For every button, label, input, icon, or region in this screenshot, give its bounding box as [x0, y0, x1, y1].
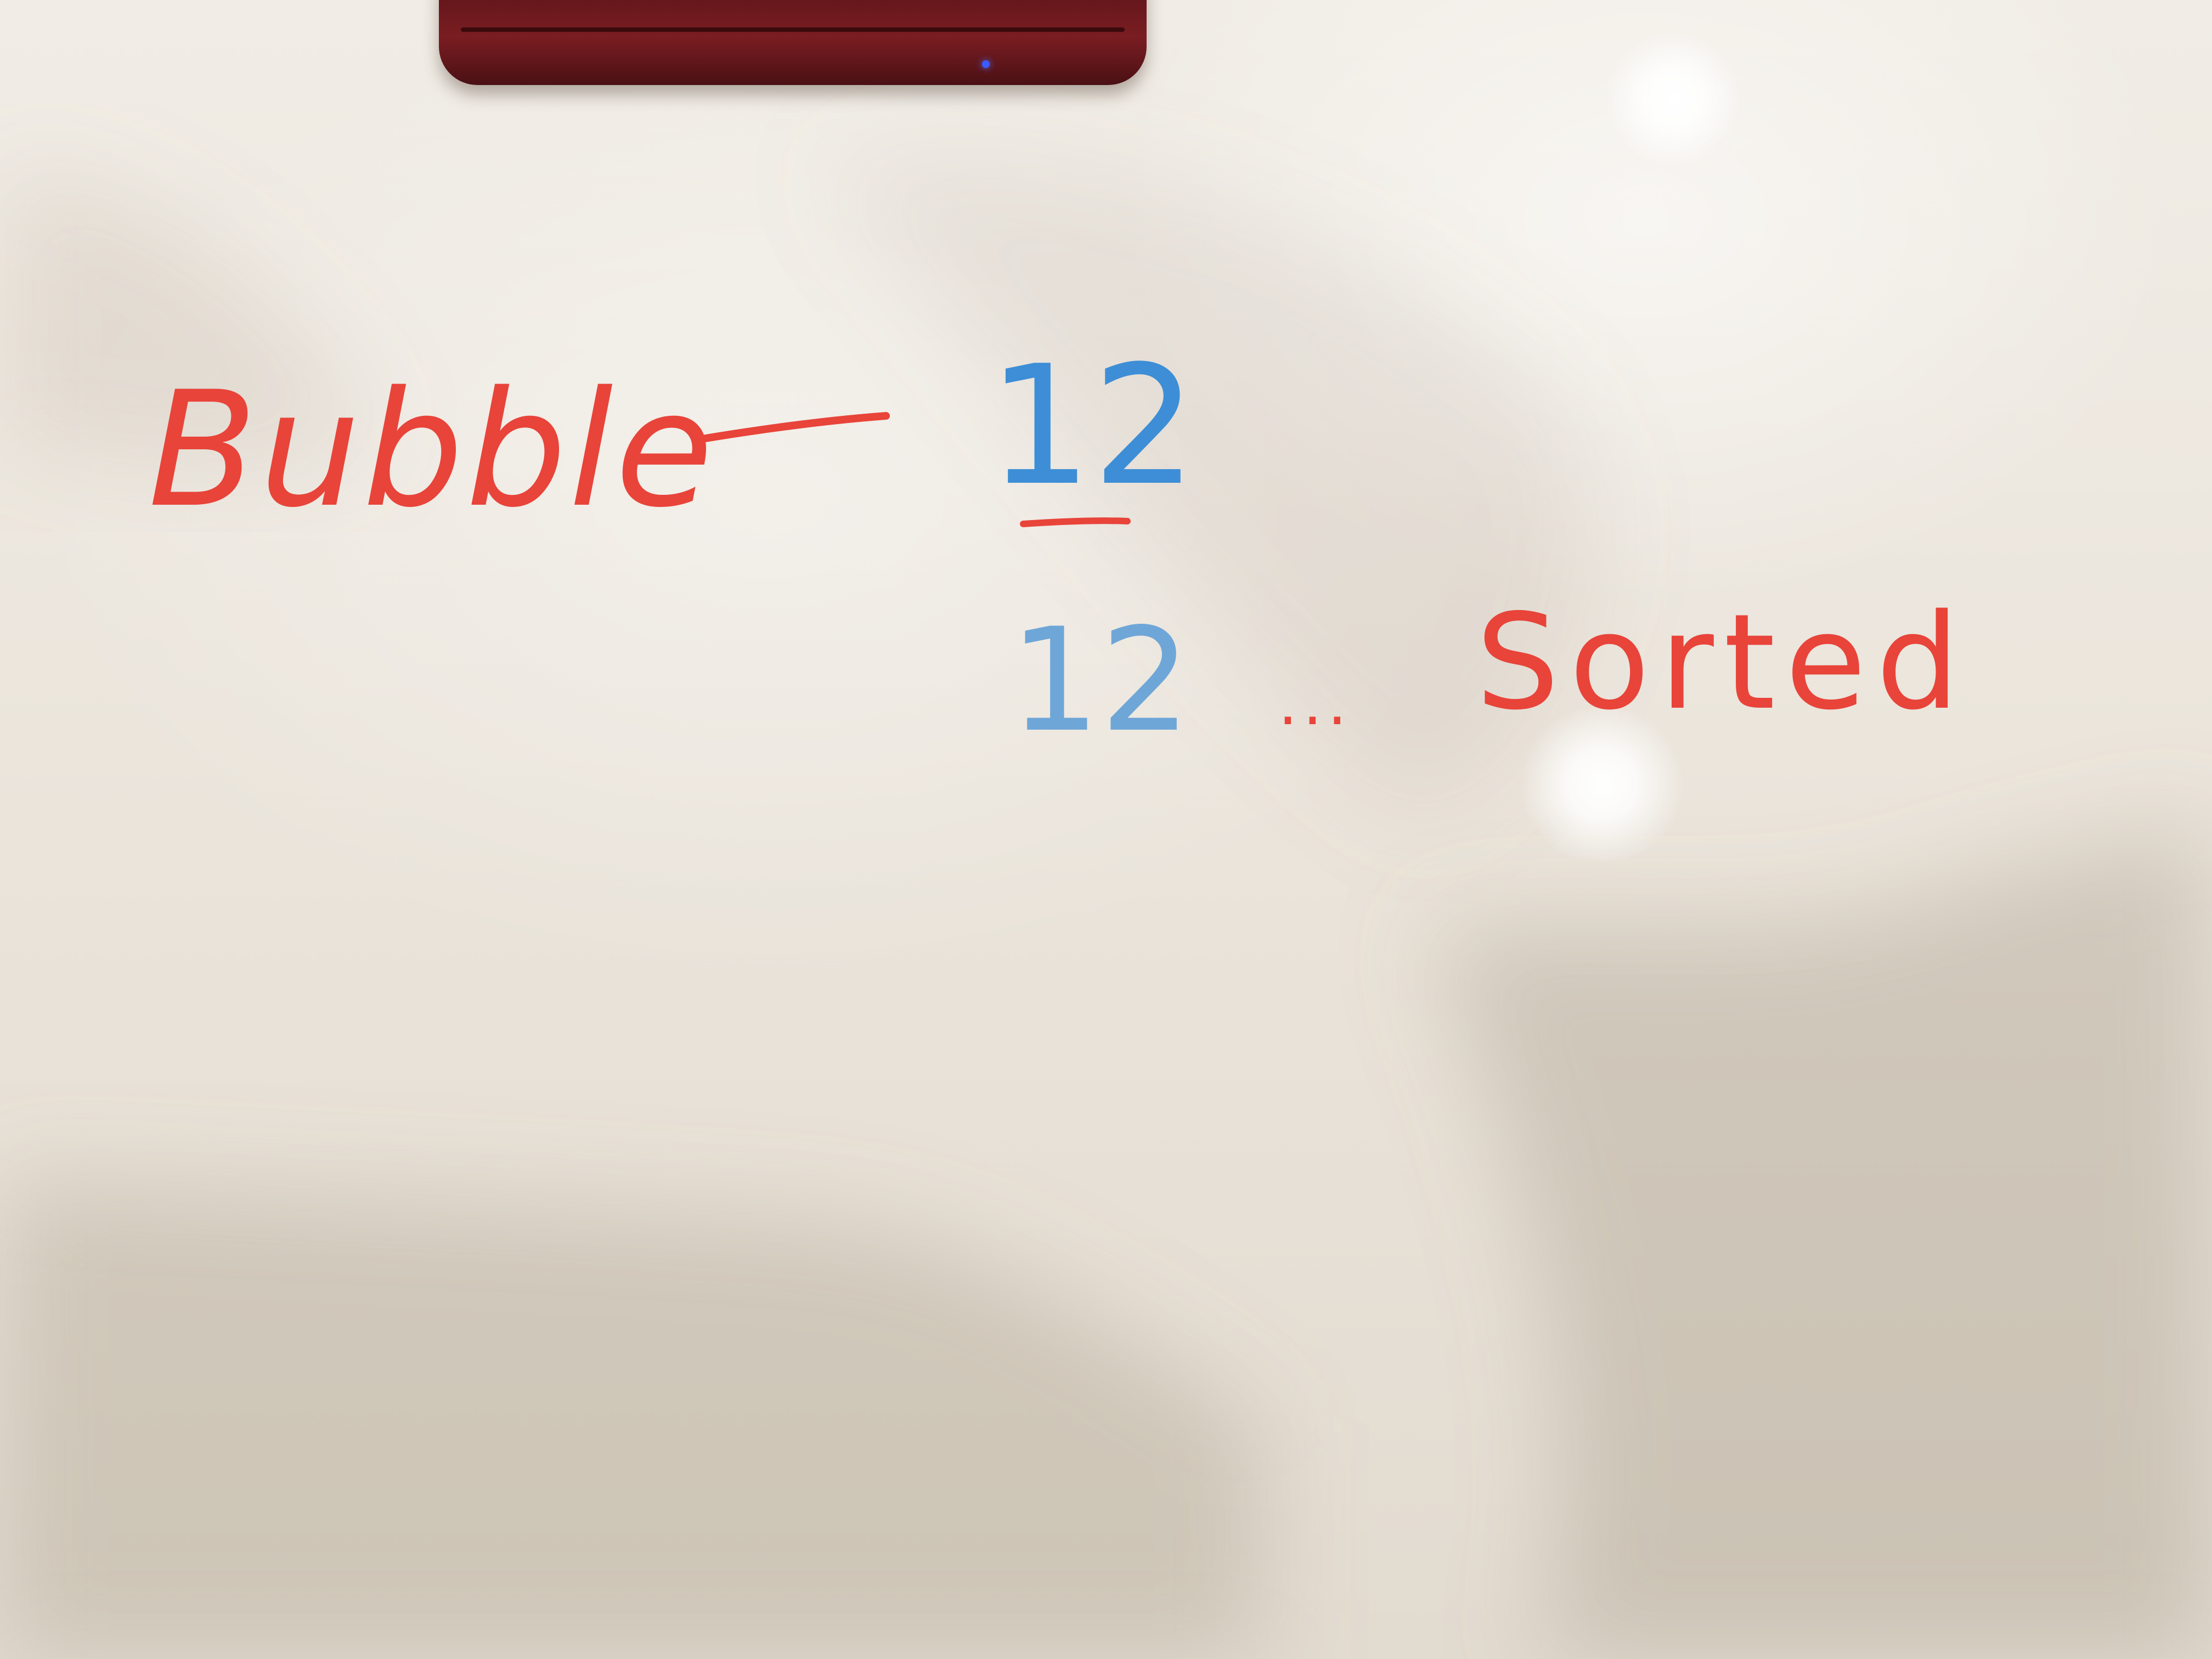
- word-sorted: Sorted: [1476, 585, 1970, 739]
- handwriting-layer: Bubble Sorted ... 12 12: [148, 330, 1970, 764]
- ellipsis: ...: [1278, 668, 1352, 738]
- blue-writing-group: 12 12: [988, 330, 1197, 764]
- word-bubble: Bubble: [148, 358, 715, 543]
- whiteboard-photo: Bubble Sorted ... 12 12: [0, 0, 2212, 1659]
- number-bottom: 12: [1009, 598, 1191, 764]
- dash-stroke: [698, 412, 890, 443]
- number-top: 12: [988, 330, 1197, 522]
